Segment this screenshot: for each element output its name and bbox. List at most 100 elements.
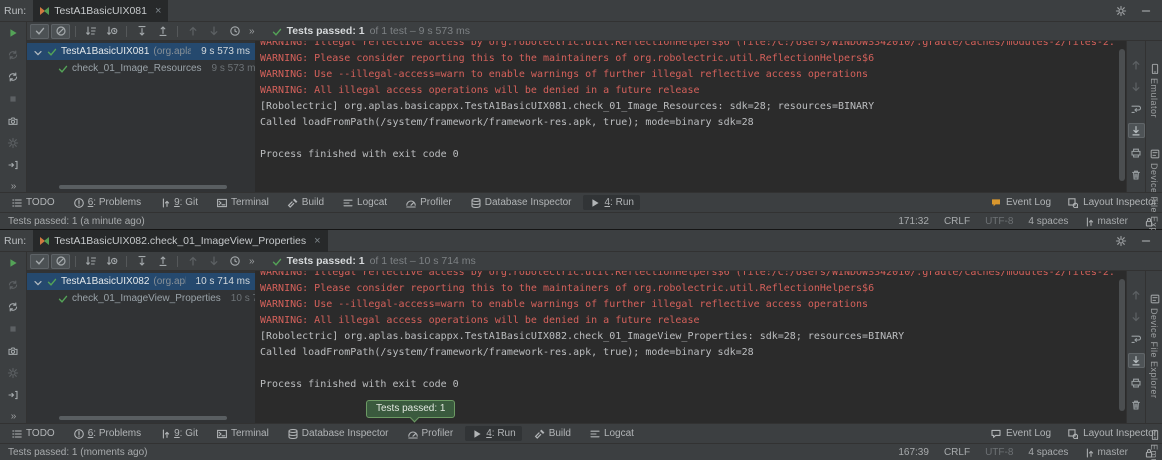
toolwindow-database-inspector[interactable]: Database Inspector bbox=[281, 426, 395, 441]
expand-all-button[interactable] bbox=[132, 24, 151, 39]
print-button[interactable] bbox=[1128, 375, 1145, 390]
next-failed-button[interactable] bbox=[204, 24, 223, 39]
run-tab-bottom[interactable]: TestA1BasicUIX082.check_01_ImageView_Pro… bbox=[33, 230, 327, 252]
hide-panel-icon[interactable] bbox=[1140, 235, 1152, 247]
caret-position[interactable]: 171:32 bbox=[898, 216, 929, 227]
layout-inspector-button[interactable]: Layout Inspector bbox=[1067, 197, 1157, 208]
import-tests-button[interactable] bbox=[7, 159, 19, 171]
scroll-up-button[interactable] bbox=[1128, 57, 1145, 72]
toolwindow-problems[interactable]: 6: Problems bbox=[67, 195, 147, 210]
close-icon[interactable]: × bbox=[155, 5, 161, 17]
expand-all-button[interactable] bbox=[132, 254, 151, 269]
sort-by-duration-button[interactable] bbox=[102, 24, 121, 39]
scroll-down-button[interactable] bbox=[1128, 309, 1145, 324]
toolwindow-todo[interactable]: TODO bbox=[5, 195, 61, 210]
git-branch-widget[interactable]: master bbox=[1083, 447, 1128, 458]
previous-failed-button[interactable] bbox=[183, 254, 202, 269]
toolwindow-logcat[interactable]: Logcat bbox=[583, 426, 640, 441]
clear-all-button[interactable] bbox=[1128, 167, 1145, 182]
rerun-failed-tests-button[interactable] bbox=[7, 279, 19, 291]
dock-device-file-explorer[interactable]: Device File Explorer bbox=[1149, 293, 1160, 399]
next-failed-button[interactable] bbox=[204, 254, 223, 269]
hide-panel-icon[interactable] bbox=[1140, 5, 1152, 17]
git-branch-widget[interactable]: master bbox=[1083, 216, 1128, 227]
event-log-button[interactable]: Event Log bbox=[990, 197, 1051, 208]
stop-button[interactable] bbox=[7, 93, 19, 105]
show-ignored-button[interactable] bbox=[51, 254, 70, 269]
file-encoding[interactable]: UTF-8 bbox=[985, 216, 1013, 227]
screenshot-button[interactable] bbox=[7, 115, 19, 127]
print-button[interactable] bbox=[1128, 145, 1145, 160]
tree-horizontal-scrollbar[interactable] bbox=[59, 416, 227, 420]
toolwindow-profiler[interactable]: Profiler bbox=[399, 195, 458, 210]
toolbar-more-icon[interactable]: » bbox=[246, 26, 257, 37]
screen-record-button[interactable] bbox=[7, 367, 19, 379]
tree-row-root[interactable]: TestA1BasicUIX081 (org.aplas.basica 9 s … bbox=[27, 43, 255, 60]
toolwindow-build[interactable]: Build bbox=[528, 426, 577, 441]
rerun-failed-tests-button[interactable] bbox=[7, 49, 19, 61]
rerun-button[interactable] bbox=[7, 257, 19, 269]
show-passed-button[interactable] bbox=[30, 24, 49, 39]
toggle-auto-test-button[interactable] bbox=[7, 301, 19, 313]
soft-wrap-button[interactable] bbox=[1128, 331, 1145, 346]
show-ignored-button[interactable] bbox=[51, 24, 70, 39]
toolwindow-todo[interactable]: TODO bbox=[5, 426, 61, 441]
event-log-button[interactable]: Event Log bbox=[990, 428, 1051, 439]
show-passed-button[interactable] bbox=[30, 254, 49, 269]
more-actions-icon[interactable]: » bbox=[8, 411, 19, 422]
chevron-down-icon[interactable] bbox=[32, 47, 42, 57]
tree-row-root[interactable]: TestA1BasicUIX082 (org.aplas.basica 10 s… bbox=[27, 273, 255, 290]
toolwindow-git[interactable]: 9: Git bbox=[153, 195, 204, 210]
scroll-down-button[interactable] bbox=[1128, 79, 1145, 94]
scroll-up-button[interactable] bbox=[1128, 287, 1145, 302]
rerun-button[interactable] bbox=[7, 27, 19, 39]
caret-position[interactable]: 167:39 bbox=[898, 447, 929, 458]
test-history-button[interactable] bbox=[225, 24, 244, 39]
indent-setting[interactable]: 4 spaces bbox=[1028, 216, 1068, 227]
collapse-all-button[interactable] bbox=[153, 24, 172, 39]
layout-inspector-button[interactable]: Layout Inspector bbox=[1067, 428, 1157, 439]
toolwindow-terminal[interactable]: Terminal bbox=[210, 426, 275, 441]
screenshot-button[interactable] bbox=[7, 345, 19, 357]
settings-gear-icon[interactable] bbox=[1115, 5, 1127, 17]
scroll-to-end-button[interactable] bbox=[1128, 123, 1145, 138]
lock-icon[interactable] bbox=[1143, 216, 1154, 227]
close-icon[interactable]: × bbox=[314, 235, 320, 247]
toolbar-more-icon[interactable]: » bbox=[246, 256, 257, 267]
toolwindow-profiler[interactable]: Profiler bbox=[401, 426, 460, 441]
dock-emulator[interactable]: Emulator bbox=[1149, 63, 1160, 118]
tree-row-test[interactable]: check_01_Image_Resources 9 s 573 ms bbox=[27, 60, 255, 77]
toggle-auto-test-button[interactable] bbox=[7, 71, 19, 83]
more-actions-icon[interactable]: » bbox=[8, 181, 19, 192]
stop-button[interactable] bbox=[7, 323, 19, 335]
lock-icon[interactable] bbox=[1143, 447, 1154, 458]
toolwindow-terminal[interactable]: Terminal bbox=[210, 195, 275, 210]
toolwindow-run[interactable]: 4: Run bbox=[583, 195, 639, 210]
file-encoding[interactable]: UTF-8 bbox=[985, 447, 1013, 458]
sort-by-duration-button[interactable] bbox=[102, 254, 121, 269]
settings-gear-icon[interactable] bbox=[1115, 235, 1127, 247]
collapse-all-button[interactable] bbox=[153, 254, 172, 269]
tree-row-test[interactable]: check_01_ImageView_Properties 10 s 714 m… bbox=[27, 290, 255, 307]
clear-all-button[interactable] bbox=[1128, 397, 1145, 412]
sort-alphabetically-button[interactable] bbox=[81, 24, 100, 39]
toolwindow-database-inspector[interactable]: Database Inspector bbox=[464, 195, 578, 210]
console-vertical-scrollbar[interactable] bbox=[1119, 279, 1125, 411]
previous-failed-button[interactable] bbox=[183, 24, 202, 39]
line-ending[interactable]: CRLF bbox=[944, 216, 970, 227]
sort-alphabetically-button[interactable] bbox=[81, 254, 100, 269]
test-history-button[interactable] bbox=[225, 254, 244, 269]
tree-horizontal-scrollbar[interactable] bbox=[59, 185, 227, 189]
run-tab-top[interactable]: TestA1BasicUIX081 × bbox=[33, 0, 168, 22]
toolwindow-problems[interactable]: 6: Problems bbox=[67, 426, 147, 441]
soft-wrap-button[interactable] bbox=[1128, 101, 1145, 116]
toolwindow-git[interactable]: 9: Git bbox=[153, 426, 204, 441]
toolwindow-build[interactable]: Build bbox=[281, 195, 330, 210]
scroll-to-end-button[interactable] bbox=[1128, 353, 1145, 368]
indent-setting[interactable]: 4 spaces bbox=[1028, 447, 1068, 458]
import-tests-button[interactable] bbox=[7, 389, 19, 401]
screen-record-button[interactable] bbox=[7, 137, 19, 149]
line-ending[interactable]: CRLF bbox=[944, 447, 970, 458]
toolwindow-logcat[interactable]: Logcat bbox=[336, 195, 393, 210]
console-vertical-scrollbar[interactable] bbox=[1119, 49, 1125, 181]
